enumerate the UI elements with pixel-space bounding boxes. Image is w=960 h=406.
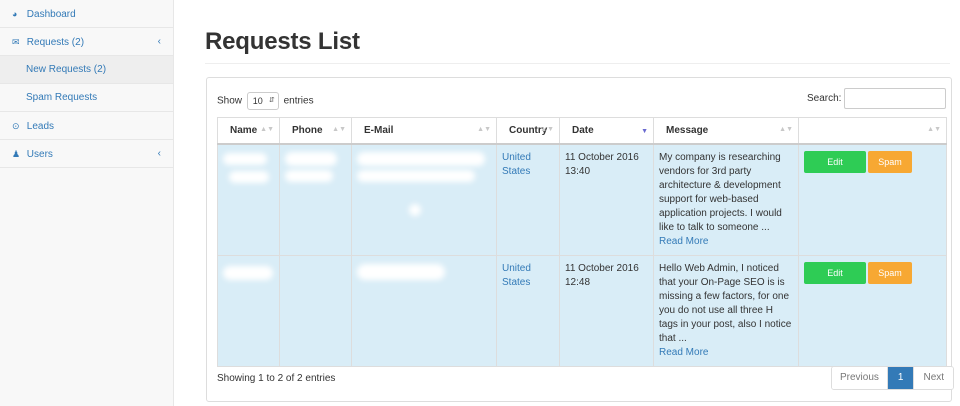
cell-message: My company is researching vendors for 3r… bbox=[653, 143, 799, 256]
redacted-email bbox=[357, 151, 485, 166]
table-row: United States 11 October 2016 12:48 Hell… bbox=[217, 254, 947, 367]
spam-button[interactable]: Spam bbox=[868, 261, 912, 284]
length-control: Show 10 ⇵ entries bbox=[217, 92, 314, 110]
page-title: Requests List bbox=[205, 28, 360, 55]
show-label: Show bbox=[217, 95, 243, 107]
read-more-link[interactable]: Read More bbox=[659, 236, 708, 247]
sort-desc-icon: ▼ bbox=[641, 128, 648, 135]
edit-button[interactable]: Edit bbox=[804, 261, 866, 284]
sidebar-item-new-requests[interactable]: New Requests (2) bbox=[0, 56, 173, 84]
cell-name bbox=[217, 254, 280, 367]
column-header-phone[interactable]: Phone ▲▼ bbox=[279, 117, 352, 145]
circle-dot-icon: ⊙ bbox=[12, 121, 20, 131]
edit-button[interactable]: Edit bbox=[804, 150, 866, 173]
redacted-email bbox=[409, 203, 421, 216]
message-text: My company is researching vendors for 3r… bbox=[659, 151, 782, 233]
sidebar-item-label: New Requests (2) bbox=[26, 64, 107, 75]
sort-icon: ▲▼ bbox=[477, 126, 491, 133]
search-input[interactable] bbox=[844, 88, 946, 109]
divider bbox=[205, 63, 950, 64]
sidebar-item-users[interactable]: ♟ Users ‹ bbox=[0, 140, 173, 168]
cell-country: United States bbox=[496, 254, 560, 367]
table-row: United States 11 October 2016 13:40 My c… bbox=[217, 143, 947, 256]
user-icon: ♟ bbox=[12, 149, 21, 159]
sidebar-item-label: Requests (2) bbox=[26, 37, 85, 48]
envelope-icon: ✉ bbox=[12, 37, 20, 47]
column-header-date[interactable]: Date ▼ bbox=[559, 117, 654, 145]
read-more-link[interactable]: Read More bbox=[659, 347, 708, 358]
cell-email bbox=[351, 143, 497, 256]
chevron-left-icon: ‹ bbox=[157, 148, 161, 159]
search-label: Search: bbox=[807, 93, 842, 104]
sidebar-item-leads[interactable]: ⊙ Leads bbox=[0, 112, 173, 140]
sidebar: ◕ Dashboard ✉ Requests (2) ‹ New Request… bbox=[0, 0, 174, 406]
table-info: Showing 1 to 2 of 2 entries bbox=[217, 373, 336, 384]
chevron-left-icon: ‹ bbox=[157, 36, 161, 47]
message-text: Hello Web Admin, I noticed that your On-… bbox=[659, 262, 792, 344]
entries-label: entries bbox=[283, 95, 314, 107]
entries-select[interactable]: 10 ⇵ bbox=[246, 92, 279, 110]
page-button-1[interactable]: 1 bbox=[887, 367, 914, 389]
cell-phone bbox=[279, 254, 352, 367]
cell-message: Hello Web Admin, I noticed that your On-… bbox=[653, 254, 799, 367]
column-header-name[interactable]: Name ▲▼ bbox=[217, 117, 280, 145]
cell-name bbox=[217, 143, 280, 256]
table-header-row: Name ▲▼ Phone ▲▼ E-Mail ▲▼ Country ▲▼ Date ▼ … bbox=[217, 117, 947, 145]
next-button[interactable]: Next bbox=[913, 367, 954, 389]
cell-actions: Edit Spam bbox=[798, 143, 947, 256]
select-arrows-icon: ⇵ bbox=[268, 97, 275, 104]
cell-date: 11 October 2016 12:48 bbox=[559, 254, 654, 367]
column-header-message[interactable]: Message ▲▼ bbox=[653, 117, 799, 145]
redacted-name bbox=[223, 265, 273, 280]
sidebar-item-dashboard[interactable]: ◕ Dashboard bbox=[0, 0, 173, 28]
entries-select-value: 10 bbox=[252, 96, 263, 106]
sidebar-item-spam-requests[interactable]: Spam Requests bbox=[0, 84, 173, 112]
column-header-email[interactable]: E-Mail ▲▼ bbox=[351, 117, 497, 145]
sort-icon: ▲▼ bbox=[260, 126, 274, 133]
spam-button[interactable]: Spam bbox=[868, 150, 912, 173]
dashboard-icon: ◕ bbox=[12, 9, 18, 19]
requests-table: Name ▲▼ Phone ▲▼ E-Mail ▲▼ Country ▲▼ Date ▼ … bbox=[217, 117, 947, 367]
requests-panel: Show 10 ⇵ entries Search: Name ▲▼ Phone ▲▼… bbox=[206, 77, 955, 402]
sidebar-item-label: Dashboard bbox=[26, 9, 76, 20]
country-link[interactable]: United States bbox=[502, 263, 531, 288]
column-header-actions[interactable]: ▲▼ bbox=[798, 117, 947, 145]
main-content: Requests List Show 10 ⇵ entries Search: … bbox=[174, 0, 960, 406]
sidebar-item-requests[interactable]: ✉ Requests (2) ‹ bbox=[0, 28, 173, 56]
redacted-name bbox=[229, 170, 269, 183]
redacted-name bbox=[223, 152, 267, 165]
cell-phone bbox=[279, 143, 352, 256]
redacted-phone bbox=[285, 169, 333, 182]
country-link[interactable]: United States bbox=[502, 152, 531, 177]
cell-actions: Edit Spam bbox=[798, 254, 947, 367]
sidebar-item-label: Spam Requests bbox=[26, 92, 98, 103]
column-header-country[interactable]: Country ▲▼ bbox=[496, 117, 560, 145]
cell-email bbox=[351, 254, 497, 367]
cell-country: United States bbox=[496, 143, 560, 256]
previous-button[interactable]: Previous bbox=[832, 367, 888, 389]
sort-icon: ▲▼ bbox=[927, 126, 941, 133]
redacted-email bbox=[357, 263, 445, 280]
pagination: Previous 1 Next bbox=[831, 366, 955, 390]
sort-icon: ▲▼ bbox=[332, 126, 346, 133]
redacted-phone bbox=[285, 151, 337, 166]
sort-icon: ▲▼ bbox=[779, 126, 793, 133]
sidebar-item-label: Leads bbox=[26, 121, 55, 132]
redacted-email bbox=[357, 169, 475, 182]
sidebar-item-label: Users bbox=[26, 149, 53, 160]
cell-date: 11 October 2016 13:40 bbox=[559, 143, 654, 256]
sort-icon: ▲▼ bbox=[540, 126, 554, 133]
